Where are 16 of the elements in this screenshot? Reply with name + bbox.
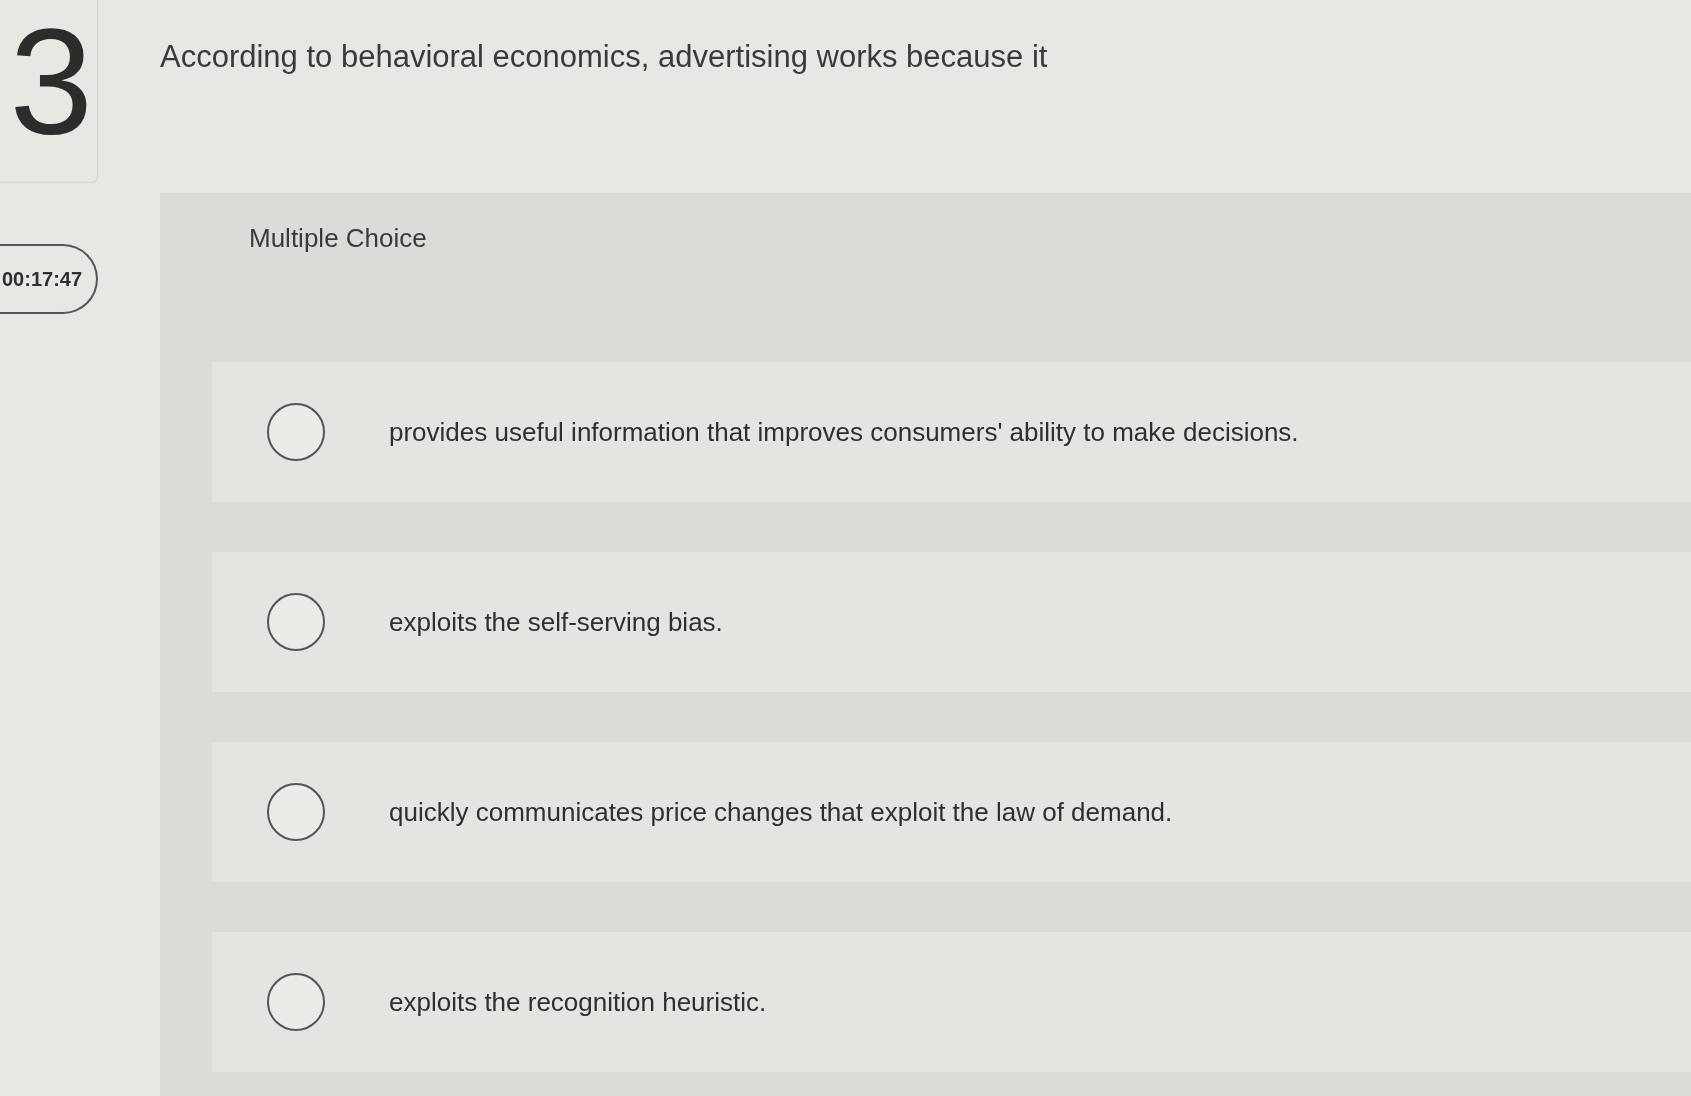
answer-option[interactable]: quickly communicates price changes that exploit the law of demand. — [212, 742, 1691, 882]
answer-option[interactable]: exploits the recognition heuristic. — [212, 932, 1691, 1072]
option-text: quickly communicates price changes that exploit the law of demand. — [389, 795, 1173, 829]
answer-option[interactable]: provides useful information that improves consumers' ability to make decisions. — [212, 362, 1691, 502]
question-text: According to behavioral economics, advertising works because it — [160, 39, 1048, 74]
option-text: provides useful information that improves consumers' ability to make decisions. — [389, 415, 1299, 449]
question-type-label: Multiple Choice — [249, 223, 427, 253]
radio-button[interactable] — [267, 783, 325, 841]
radio-button[interactable] — [267, 403, 325, 461]
radio-button[interactable] — [267, 973, 325, 1031]
radio-button[interactable] — [267, 593, 325, 651]
timer-text: 00:17:47 — [2, 267, 83, 292]
option-text: exploits the recognition heuristic. — [389, 985, 767, 1019]
question-number: 3 — [9, 2, 93, 162]
option-text: exploits the self-serving bias. — [389, 605, 723, 639]
answer-option[interactable]: exploits the self-serving bias. — [212, 552, 1691, 692]
